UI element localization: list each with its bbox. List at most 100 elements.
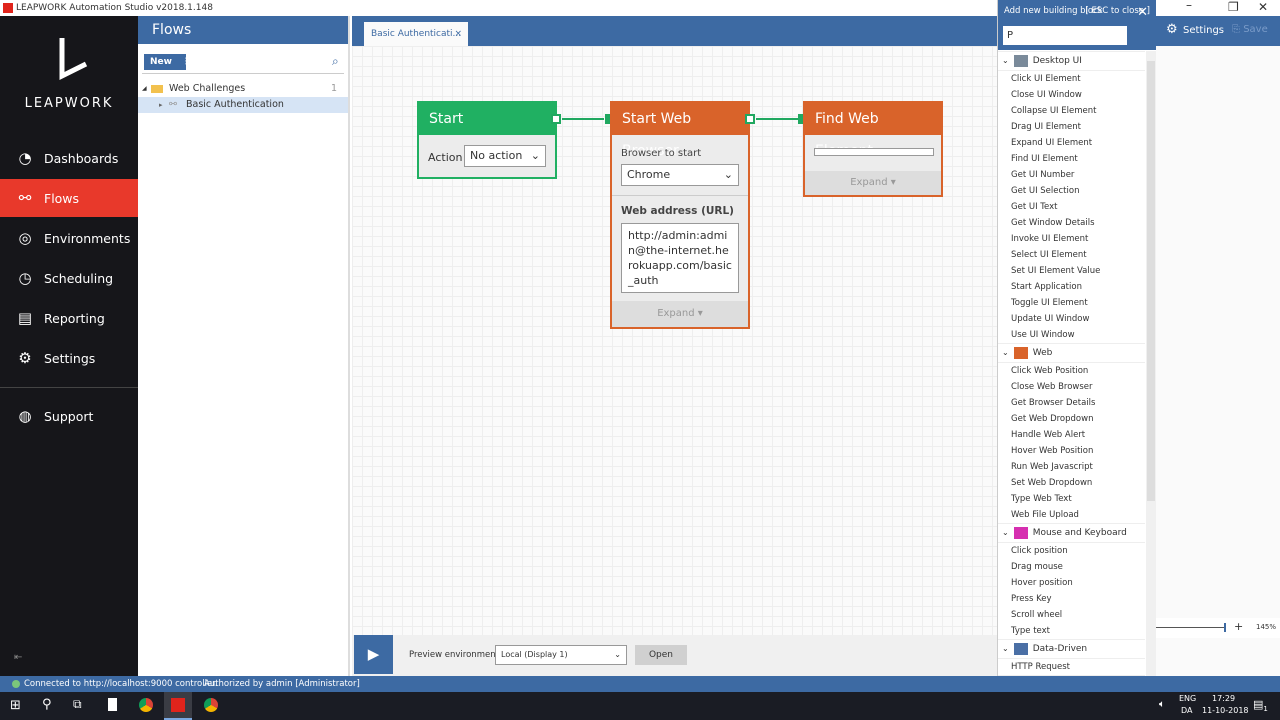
block-list-item[interactable]: Use UI Window bbox=[998, 327, 1145, 343]
preview-environment-select[interactable]: Local (Display 1) ⌄ bbox=[495, 645, 627, 665]
save-button[interactable]: ⎘ Save bbox=[1232, 24, 1268, 35]
tab-basic-authentication[interactable]: Basic Authenticati... × bbox=[364, 22, 468, 46]
block-list-item[interactable]: Get UI Selection bbox=[998, 183, 1145, 199]
leapwork-taskbar-button[interactable] bbox=[164, 692, 192, 720]
settings-button[interactable]: Settings bbox=[1183, 25, 1224, 36]
sidebar-item-environments[interactable]: ◎ Environments bbox=[0, 219, 138, 257]
block-list-item[interactable]: Get UI Text bbox=[998, 199, 1145, 215]
category-icon bbox=[1013, 347, 1028, 359]
scrollbar[interactable] bbox=[1146, 51, 1156, 720]
zoom-slider-handle[interactable] bbox=[1224, 623, 1226, 632]
block-list-item[interactable]: Drag UI Element bbox=[998, 119, 1145, 135]
category-data-driven[interactable]: ⌄ Data-Driven bbox=[998, 639, 1145, 659]
keyboard-layout[interactable]: DA bbox=[1181, 706, 1193, 715]
start-block[interactable]: Start Action No action ⌄ bbox=[417, 101, 557, 179]
find-web-element-block[interactable]: Find Web Element Expand ▾ bbox=[803, 101, 943, 197]
sidebar-item-support[interactable]: ◍ Support bbox=[0, 397, 138, 435]
collapse-icon[interactable]: ◢ bbox=[142, 81, 147, 97]
start-web-browser-block[interactable]: Start Web Browser Browser to start Chrom… bbox=[610, 101, 750, 329]
search-icon[interactable]: ⚲ bbox=[42, 697, 52, 712]
block-list-item[interactable]: Set UI Element Value bbox=[998, 263, 1145, 279]
volume-icon[interactable]: 🔈︎ bbox=[1159, 699, 1165, 710]
leapwork-icon bbox=[171, 698, 185, 712]
block-list-item[interactable]: Handle Web Alert bbox=[998, 427, 1145, 443]
block-list-item[interactable]: HTTP Request bbox=[998, 659, 1145, 675]
divider bbox=[0, 387, 138, 388]
block-list-item[interactable]: Start Application bbox=[998, 279, 1145, 295]
block-list-item[interactable]: Get Window Details bbox=[998, 215, 1145, 231]
sidebar-item-scheduling[interactable]: ◷ Scheduling bbox=[0, 259, 138, 297]
block-list-item[interactable]: Expand UI Element bbox=[998, 135, 1145, 151]
block-list-item[interactable]: Drag mouse bbox=[998, 559, 1145, 575]
block-list-item[interactable]: Invoke UI Element bbox=[998, 231, 1145, 247]
action-select[interactable]: No action ⌄ bbox=[464, 145, 546, 167]
clear-search-icon[interactable]: ✕ bbox=[1137, 5, 1148, 20]
output-port[interactable] bbox=[745, 114, 755, 124]
block-search-input[interactable]: P bbox=[1002, 25, 1128, 46]
chrome-icon[interactable] bbox=[139, 698, 153, 712]
block-list-item[interactable]: Hover position bbox=[998, 575, 1145, 591]
block-list-item[interactable]: Hover Web Position bbox=[998, 443, 1145, 459]
folder-count: 1 bbox=[331, 83, 338, 94]
tree-flow-item[interactable]: ▸ ⚯ Basic Authentication bbox=[138, 97, 348, 113]
block-list-item[interactable]: Get Browser Details bbox=[998, 395, 1145, 411]
block-list-item[interactable]: Toggle UI Element bbox=[998, 295, 1145, 311]
browser-select[interactable]: Chrome ⌄ bbox=[621, 164, 739, 186]
block-list-item[interactable]: Close Web Browser bbox=[998, 379, 1145, 395]
block-list-item[interactable]: Click position bbox=[998, 543, 1145, 559]
sidebar-item-label: Dashboards bbox=[44, 150, 119, 166]
block-list-item[interactable]: Get Web Dropdown bbox=[998, 411, 1145, 427]
scrollbar-thumb[interactable] bbox=[1147, 61, 1155, 501]
minimize-button[interactable]: – bbox=[1186, 0, 1192, 12]
block-list-item[interactable]: Press Key bbox=[998, 591, 1145, 607]
windows-start-icon[interactable]: ⊞ bbox=[10, 698, 21, 713]
url-input[interactable]: http://admin:admin@the-internet.herokuap… bbox=[621, 223, 739, 293]
task-view-icon[interactable]: ⧉ bbox=[73, 697, 82, 712]
block-list-item[interactable]: Update UI Window bbox=[998, 311, 1145, 327]
open-button[interactable]: Open bbox=[635, 645, 687, 665]
new-button[interactable]: New ⋮ bbox=[144, 54, 191, 70]
search-icon[interactable]: ⌕ bbox=[332, 54, 339, 69]
sidebar-item-flows[interactable]: ⚯ Flows bbox=[0, 179, 138, 217]
element-picker[interactable] bbox=[814, 148, 934, 156]
sidebar-item-reporting[interactable]: ▤ Reporting bbox=[0, 299, 138, 337]
zoom-slider[interactable] bbox=[1156, 627, 1226, 628]
close-tab-icon[interactable]: × bbox=[454, 22, 462, 46]
chrome-icon[interactable] bbox=[204, 698, 218, 712]
block-list-item[interactable]: Find UI Element bbox=[998, 151, 1145, 167]
block-list-item[interactable]: Select UI Element bbox=[998, 247, 1145, 263]
block-list-item[interactable]: Close UI Window bbox=[998, 87, 1145, 103]
category-mouse-and-keyboard[interactable]: ⌄ Mouse and Keyboard bbox=[998, 523, 1145, 543]
environments-icon: ◎ bbox=[18, 229, 32, 247]
language-indicator[interactable]: ENG bbox=[1179, 694, 1196, 703]
block-list-item[interactable]: Scroll wheel bbox=[998, 607, 1145, 623]
block-list-item[interactable]: Collapse UI Element bbox=[998, 103, 1145, 119]
block-list-item[interactable]: Web File Upload bbox=[998, 507, 1145, 523]
block-list-item[interactable]: Type text bbox=[998, 623, 1145, 639]
tree-folder[interactable]: ◢ Web Challenges 1 bbox=[138, 81, 348, 97]
close-window-button[interactable]: ✕ bbox=[1258, 0, 1268, 14]
zoom-in-icon[interactable]: + bbox=[1234, 620, 1243, 633]
sidebar-item-settings[interactable]: ⚙ Settings bbox=[0, 339, 138, 377]
block-list-item[interactable]: Click UI Element bbox=[998, 71, 1145, 87]
block-list-item[interactable]: Get UI Number bbox=[998, 167, 1145, 183]
category-desktop-ui[interactable]: ⌄ Desktop UI bbox=[998, 51, 1145, 71]
category-web[interactable]: ⌄ Web bbox=[998, 343, 1145, 363]
expand-button[interactable]: Expand ▾ bbox=[612, 301, 748, 327]
file-icon[interactable] bbox=[108, 698, 117, 711]
expand-icon[interactable]: ▸ bbox=[159, 97, 163, 113]
clock-time[interactable]: 17:29 bbox=[1212, 694, 1235, 703]
run-button[interactable]: ▶ bbox=[354, 635, 393, 674]
notifications-icon[interactable]: ▤1 bbox=[1253, 698, 1268, 713]
expand-button[interactable]: Expand ▾ bbox=[805, 171, 941, 195]
block-list-item[interactable]: Set Web Dropdown bbox=[998, 475, 1145, 491]
output-port[interactable] bbox=[551, 114, 561, 124]
clock-date[interactable]: 11-10-2018 bbox=[1202, 706, 1249, 715]
chevron-down-icon: ⌄ bbox=[1002, 348, 1009, 357]
maximize-button[interactable]: ❐ bbox=[1228, 0, 1239, 14]
block-list-item[interactable]: Type Web Text bbox=[998, 491, 1145, 507]
sidebar-item-dashboards[interactable]: ◔ Dashboards bbox=[0, 139, 138, 177]
block-list-item[interactable]: Run Web Javascript bbox=[998, 459, 1145, 475]
logout-icon[interactable]: ⇤ bbox=[14, 652, 22, 663]
block-list-item[interactable]: Click Web Position bbox=[998, 363, 1145, 379]
